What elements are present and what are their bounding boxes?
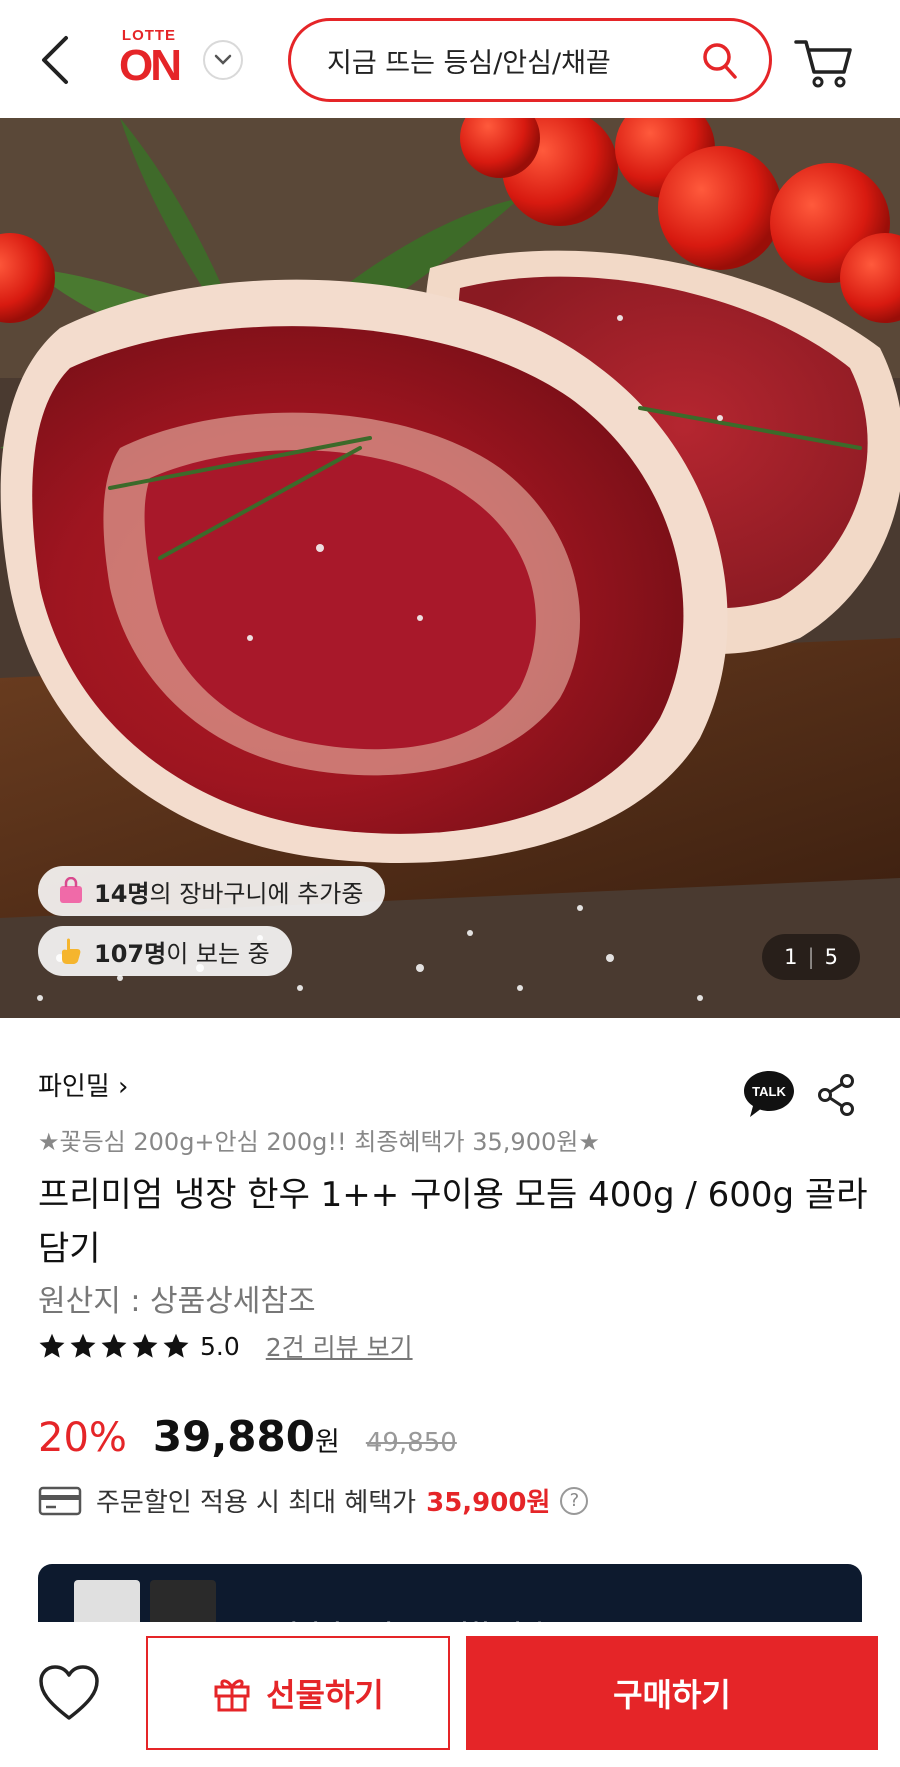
original-price: 49,850 <box>365 1428 457 1458</box>
logo-main-text: ON <box>119 41 182 90</box>
total-image-count: 5 <box>824 945 838 969</box>
max-benefit-row: 주문할인 적용 시 최대 혜택가 35,900원 ? <box>38 1482 589 1519</box>
cart-icon[interactable] <box>794 36 854 90</box>
talk-chat-icon[interactable]: TALK <box>742 1068 796 1120</box>
product-image-carousel[interactable]: 14명 의 장바구니에 추가중 107명 이 보는 중 1 | 5 <box>0 118 900 1018</box>
review-link[interactable]: 2건 리뷰 보기 <box>266 1328 413 1364</box>
promo-text: ★꽃등심 200g+안심 200g!! 최종혜택가 35,900원★ <box>38 1128 600 1156</box>
heart-icon[interactable] <box>38 1664 100 1722</box>
counter-separator: | <box>807 945 815 969</box>
star-icon <box>101 1333 127 1358</box>
talk-label: TALK <box>752 1084 786 1099</box>
star-icon <box>70 1333 96 1358</box>
gift-icon <box>214 1679 250 1712</box>
pointing-hand-icon <box>62 938 81 964</box>
gift-button-label: 선물하기 <box>266 1676 384 1714</box>
star-rating <box>38 1332 190 1360</box>
search-keyword-text: 지금 뜨는 등심/안심/채끝 <box>327 47 611 79</box>
back-arrow-icon[interactable] <box>36 30 76 90</box>
shopping-bag-icon <box>60 877 82 903</box>
rating-score: 5.0 <box>200 1331 240 1361</box>
cart-adding-count: 14명 <box>94 879 150 908</box>
origin-info: 원산지 : 상품상세참조 <box>38 1284 316 1319</box>
benefit-label: 주문할인 적용 시 최대 혜택가 <box>96 1488 417 1518</box>
price-unit: 원 <box>314 1427 340 1458</box>
viewing-text: 이 보는 중 <box>166 939 270 968</box>
price-row: 20% 39,880 원 49,850 <box>38 1412 457 1461</box>
cart-adding-text: 의 장바구니에 추가중 <box>149 879 364 908</box>
viewing-count: 107명 <box>94 939 167 968</box>
credit-card-icon <box>38 1486 82 1515</box>
lotteon-logo[interactable]: LOTTE ON <box>110 28 188 92</box>
star-icon <box>132 1333 158 1358</box>
help-icon[interactable]: ? <box>560 1486 589 1515</box>
rating-row: 5.0 2건 리뷰 보기 <box>38 1328 413 1364</box>
top-header: LOTTE ON 지금 뜨는 등심/안심/채끝 <box>0 0 900 118</box>
viewing-badge: 107명 이 보는 중 <box>38 926 292 976</box>
gift-button[interactable]: 선물하기 <box>146 1636 450 1750</box>
star-icon <box>163 1333 189 1358</box>
image-page-counter: 1 | 5 <box>762 934 860 980</box>
seller-link[interactable]: 파인밀 › <box>38 1066 128 1103</box>
discount-rate: 20% <box>38 1415 127 1461</box>
current-image-index: 1 <box>784 945 798 969</box>
search-bar[interactable]: 지금 뜨는 등심/안심/채끝 <box>288 18 772 102</box>
product-title: 프리미엄 냉장 한우 1++ 구이용 모듬 400g / 600g 골라담기 <box>38 1175 868 1269</box>
star-icon <box>39 1333 65 1358</box>
share-icon[interactable] <box>816 1073 856 1117</box>
bottom-action-bar: 선물하기 구매하기 <box>0 1622 900 1767</box>
chevron-down-icon[interactable] <box>203 40 243 80</box>
buy-button-label: 구매하기 <box>613 1676 731 1714</box>
benefit-amount: 35,900원 <box>426 1488 551 1518</box>
search-icon[interactable] <box>701 41 739 81</box>
sale-price: 39,880 <box>152 1412 315 1461</box>
cart-adding-badge: 14명 의 장바구니에 추가중 <box>38 866 386 916</box>
buy-button[interactable]: 구매하기 <box>466 1636 878 1750</box>
